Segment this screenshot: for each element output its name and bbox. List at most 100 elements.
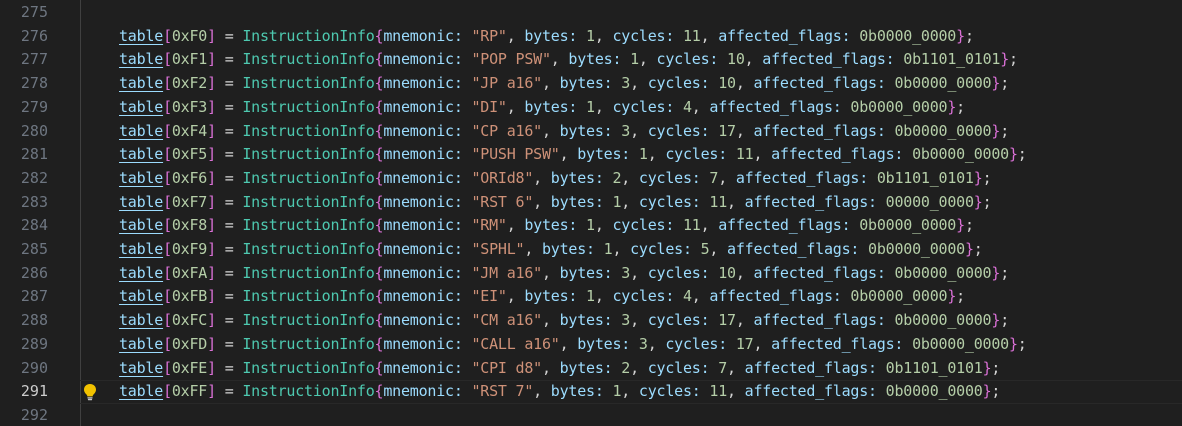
code-editor[interactable]: 275 276 277 278 279 280 281 282 283 284 285 286 287 2…	[0, 0, 1182, 426]
field-mnemonic: mnemonic:	[383, 26, 472, 45]
comma: ,	[621, 382, 639, 401]
type-name: InstructionInfo	[242, 358, 375, 377]
open-bracket: [	[163, 26, 172, 45]
line-number-286[interactable]: 286	[0, 262, 48, 286]
variable-table: table	[119, 216, 164, 235]
cycles-value: 17	[735, 334, 754, 353]
type-name: InstructionInfo	[242, 121, 375, 140]
line-number-288[interactable]: 288	[0, 309, 48, 333]
close-brace: }	[947, 97, 957, 116]
field-affected-flags: affected_flags:	[753, 263, 895, 282]
code-line-276[interactable]: table[0xF0] = InstructionInfo{mnemonic: …	[80, 25, 1182, 49]
comma: ,	[630, 263, 648, 282]
line-number-275[interactable]: 275	[0, 1, 48, 25]
cycles-value: 11	[709, 192, 728, 211]
line-number-287[interactable]: 287	[0, 285, 48, 309]
line-number-277[interactable]: 277	[0, 48, 48, 72]
mnemonic-value: "SPHL"	[471, 240, 525, 258]
code-text: table[0xF4] = InstructionInfo{mnemonic: …	[119, 120, 1009, 144]
mnemonic-value: "CP a16"	[471, 121, 542, 140]
code-line-287[interactable]: table[0xFB] = InstructionInfo{mnemonic: …	[80, 285, 1182, 309]
comma: ,	[753, 334, 772, 353]
comma: ,	[594, 216, 613, 235]
line-number-280[interactable]: 280	[0, 120, 48, 144]
line-number-276[interactable]: 276	[0, 25, 48, 49]
bytes-value: 3	[621, 263, 631, 282]
code-line-291[interactable]: table[0xFF] = InstructionInfo{mnemonic: …	[80, 380, 1182, 404]
field-mnemonic: mnemonic:	[383, 192, 472, 211]
type-name: InstructionInfo	[242, 382, 375, 401]
opcode-index: 0xF8	[171, 216, 208, 235]
assign-operator: =	[215, 263, 243, 282]
cycles-value: 10	[718, 263, 736, 282]
comma: ,	[691, 287, 710, 306]
comma: ,	[506, 26, 525, 45]
line-number-291[interactable]: 291	[0, 380, 48, 404]
comma: ,	[594, 26, 613, 45]
code-line-278[interactable]: table[0xF2] = InstructionInfo{mnemonic: …	[80, 72, 1182, 96]
line-number-290[interactable]: 290	[0, 357, 48, 381]
code-line-275[interactable]	[80, 1, 1182, 25]
code-line-292[interactable]	[80, 404, 1182, 426]
code-text: table[0xFB] = InstructionInfo{mnemonic: …	[119, 285, 965, 309]
line-number-279[interactable]: 279	[0, 96, 48, 120]
line-number-278[interactable]: 278	[0, 72, 48, 96]
comma: ,	[541, 263, 560, 282]
flags-value: 0b0000_0000	[850, 287, 948, 306]
field-mnemonic: mnemonic:	[383, 74, 472, 93]
code-line-277[interactable]: table[0xF1] = InstructionInfo{mnemonic: …	[80, 48, 1182, 72]
field-mnemonic: mnemonic:	[383, 382, 472, 401]
cycles-value: 17	[718, 121, 736, 140]
flags-value: 0b0000_0000	[859, 216, 957, 235]
assign-operator: =	[215, 168, 243, 187]
line-number-283[interactable]: 283	[0, 191, 48, 215]
bytes-value: 1	[612, 382, 622, 401]
flags-value: 0b0000_0000	[894, 121, 992, 140]
line-number-284[interactable]: 284	[0, 214, 48, 238]
code-line-281[interactable]: table[0xF5] = InstructionInfo{mnemonic: …	[80, 143, 1182, 167]
line-number-285[interactable]: 285	[0, 238, 48, 262]
open-bracket: [	[163, 287, 172, 306]
code-line-280[interactable]: table[0xF4] = InstructionInfo{mnemonic: …	[80, 120, 1182, 144]
bytes-value: 2	[612, 168, 622, 187]
code-line-279[interactable]: table[0xF3] = InstructionInfo{mnemonic: …	[80, 96, 1182, 120]
close-bracket: ]	[207, 287, 216, 306]
opcode-index: 0xF7	[171, 192, 208, 211]
assign-operator: =	[215, 97, 243, 116]
flags-value: 0b0000_0000	[912, 145, 1009, 164]
cycles-value: 10	[718, 74, 736, 93]
close-bracket: ]	[207, 168, 216, 187]
code-line-286[interactable]: table[0xFA] = InstructionInfo{mnemonic: …	[80, 262, 1182, 286]
variable-table: table	[119, 287, 164, 306]
line-number-281[interactable]: 281	[0, 143, 48, 167]
bytes-value: 3	[638, 334, 648, 353]
line-number-292[interactable]: 292	[0, 404, 48, 426]
field-mnemonic: mnemonic:	[383, 263, 472, 282]
opcode-index: 0xF5	[171, 145, 208, 164]
code-line-282[interactable]: table[0xF6] = InstructionInfo{mnemonic: …	[80, 167, 1182, 191]
line-number-282[interactable]: 282	[0, 167, 48, 191]
comma: ,	[541, 358, 560, 377]
mnemonic-value: "CM a16"	[471, 311, 542, 330]
code-line-288[interactable]: table[0xFC] = InstructionInfo{mnemonic: …	[80, 309, 1182, 333]
comma: ,	[691, 97, 710, 116]
comma: ,	[735, 263, 754, 282]
line-number-289[interactable]: 289	[0, 333, 48, 357]
code-line-283[interactable]: table[0xF7] = InstructionInfo{mnemonic: …	[80, 191, 1182, 215]
close-brace: }	[991, 263, 1001, 282]
comma: ,	[700, 216, 719, 235]
comma: ,	[506, 287, 525, 306]
code-line-285[interactable]: table[0xF9] = InstructionInfo{mnemonic: …	[80, 238, 1182, 262]
code-line-284[interactable]: table[0xF8] = InstructionInfo{mnemonic: …	[80, 214, 1182, 238]
code-line-289[interactable]: table[0xFD] = InstructionInfo{mnemonic: …	[80, 333, 1182, 357]
mnemonic-value: "POP PSW"	[471, 50, 551, 69]
semicolon: ;	[1009, 50, 1018, 69]
close-bracket: ]	[207, 97, 216, 116]
field-affected-flags: affected_flags:	[771, 145, 913, 164]
comma: ,	[550, 50, 569, 69]
mnemonic-value: "RST 7"	[471, 382, 534, 401]
comma: ,	[630, 74, 648, 93]
open-bracket: [	[163, 192, 172, 211]
code-line-290[interactable]: table[0xFE] = InstructionInfo{mnemonic: …	[80, 357, 1182, 381]
code-area[interactable]: table[0xF0] = InstructionInfo{mnemonic: …	[80, 0, 1182, 426]
